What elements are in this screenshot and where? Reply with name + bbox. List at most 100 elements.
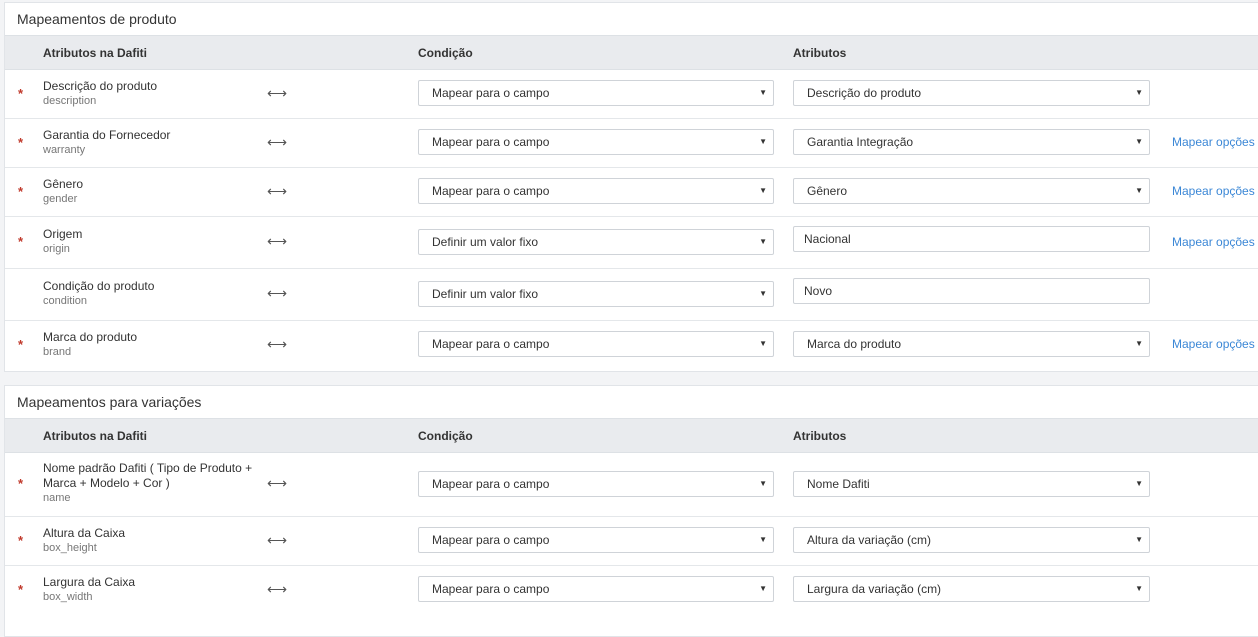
chevron-down-icon: ▼ [1135,186,1143,195]
attribute-label: Garantia do Fornecedor [43,128,171,142]
condition-select[interactable]: Mapear para o campo ▼ [418,129,774,155]
mapping-row-box-height: * Altura da Caixa box_height ⟷ Mapear pa… [5,517,1258,566]
header-cond: Condição [418,429,473,443]
target-attribute-select[interactable]: Largura da variação (cm) ▼ [793,576,1150,602]
chevron-down-icon: ▼ [759,535,767,544]
target-value: Altura da variação (cm) [807,533,932,547]
map-arrow-icon: ⟷ [267,532,288,548]
map-options-link[interactable]: Mapear opções [1172,135,1255,149]
required-marker: * [18,533,24,548]
mapping-row-warranty: * Garantia do Fornecedor warranty ⟷ Mape… [5,119,1258,168]
attribute-cell: Altura da Caixa box_height [43,526,253,556]
fixed-value-input[interactable]: Novo [793,278,1150,304]
condition-value: Mapear para o campo [432,477,550,491]
condition-select[interactable]: Mapear para o campo ▼ [418,178,774,204]
attribute-key: origin [43,243,70,255]
attribute-label: Altura da Caixa [43,526,126,540]
map-arrow-icon: ⟷ [267,581,288,597]
chevron-down-icon: ▼ [759,289,767,298]
required-marker: * [18,86,24,101]
condition-select[interactable]: Mapear para o campo ▼ [418,80,774,106]
attribute-cell: Gênero gender [43,177,253,207]
mapping-row-description: * Descrição do produto description ⟷ Map… [5,70,1258,119]
map-options-link[interactable]: Mapear opções [1172,235,1255,249]
map-options-link[interactable]: Mapear opções [1172,337,1255,351]
attribute-key: gender [43,193,78,205]
attribute-label: Descrição do produto [43,79,158,93]
condition-select[interactable]: Mapear para o campo ▼ [418,527,774,553]
condition-value: Mapear para o campo [432,582,550,596]
condition-value: Definir um valor fixo [432,287,539,301]
required-marker: * [18,337,24,352]
attribute-key: brand [43,346,72,358]
condition-select[interactable]: Mapear para o campo ▼ [418,576,774,602]
target-value: Nome Dafiti [807,477,870,491]
map-arrow-icon: ⟷ [267,475,288,491]
map-arrow-icon: ⟷ [267,233,288,249]
chevron-down-icon: ▼ [759,186,767,195]
attribute-cell: Descrição do produto description [43,79,253,109]
attribute-cell: Marca do produto brand [43,330,253,360]
condition-select[interactable]: Definir um valor fixo ▼ [418,229,774,255]
attribute-key: condition [43,295,88,307]
target-attribute-select[interactable]: Gênero ▼ [793,178,1150,204]
target-attribute-select[interactable]: Nome Dafiti ▼ [793,471,1150,497]
header-cond: Condição [418,46,473,60]
chevron-down-icon: ▼ [1135,535,1143,544]
mapping-row-box-width: * Largura da Caixa box_width ⟷ Mapear pa… [5,566,1258,614]
target-attribute-select[interactable]: Marca do produto ▼ [793,331,1150,357]
target-attribute-select[interactable]: Altura da variação (cm) ▼ [793,527,1150,553]
fixed-value-input[interactable]: Nacional [793,226,1150,252]
attribute-cell: Garantia do Fornecedor warranty [43,128,253,158]
attribute-cell: Origem origin [43,227,253,257]
target-attribute-select[interactable]: Descrição do produto ▼ [793,80,1150,106]
attribute-cell: Condição do produto condition [43,279,253,309]
target-attribute-select[interactable]: Garantia Integração ▼ [793,129,1150,155]
attribute-label: Gênero [43,177,84,191]
target-value: Marca do produto [807,337,902,351]
chevron-down-icon: ▼ [1135,584,1143,593]
map-arrow-icon: ⟷ [267,134,288,150]
attribute-label: Origem [43,227,83,241]
target-value: Largura da variação (cm) [807,582,942,596]
mapping-row-gender: * Gênero gender ⟷ Mapear para o campo ▼ G… [5,168,1258,217]
condition-select[interactable]: Definir um valor fixo ▼ [418,281,774,307]
attribute-key: name [43,492,71,504]
required-marker: * [18,582,24,597]
map-arrow-icon: ⟷ [267,183,288,199]
condition-select[interactable]: Mapear para o campo ▼ [418,331,774,357]
attribute-key: description [43,95,97,107]
map-options-link[interactable]: Mapear opções [1172,184,1255,198]
condition-value: Mapear para o campo [432,533,550,547]
attribute-label: Marca do produto [43,330,138,344]
mapping-row-origin: * Origem origin ⟷ Definir um valor fixo ▼… [5,217,1258,269]
chevron-down-icon: ▼ [759,339,767,348]
condition-select[interactable]: Mapear para o campo ▼ [418,471,774,497]
chevron-down-icon: ▼ [1135,339,1143,348]
mapping-row-name: * Nome padrão Dafiti ( Tipo de Produto +… [5,453,1258,517]
required-marker: * [18,234,24,249]
chevron-down-icon: ▼ [759,88,767,97]
attribute-label: Nome padrão Dafiti ( Tipo de Produto + M… [43,461,253,490]
header-target: Atributos [793,46,847,60]
map-arrow-icon: ⟷ [267,285,288,301]
required-marker: * [18,184,24,199]
attribute-cell: Nome padrão Dafiti ( Tipo de Produto + M… [43,461,253,506]
attribute-cell: Largura da Caixa box_width [43,575,253,605]
target-value: Descrição do produto [807,86,922,100]
target-value: Garantia Integração [807,135,914,149]
required-marker: * [18,135,24,150]
condition-value: Definir um valor fixo [432,235,539,249]
condition-value: Mapear para o campo [432,184,550,198]
header-target: Atributos [793,429,847,443]
header-attr: Atributos na Dafiti [43,46,147,60]
mapping-row-condition: Condição do produto condition ⟷ Definir … [5,269,1258,321]
product-mappings-panel: Mapeamentos de produto Atributos na Dafi… [4,2,1258,372]
condition-value: Mapear para o campo [432,135,550,149]
mapping-row-brand: * Marca do produto brand ⟷ Mapear para o… [5,321,1258,369]
attribute-label: Condição do produto [43,279,155,293]
chevron-down-icon: ▼ [1135,137,1143,146]
chevron-down-icon: ▼ [759,479,767,488]
attribute-label: Largura da Caixa [43,575,136,589]
attribute-key: box_width [43,591,93,603]
